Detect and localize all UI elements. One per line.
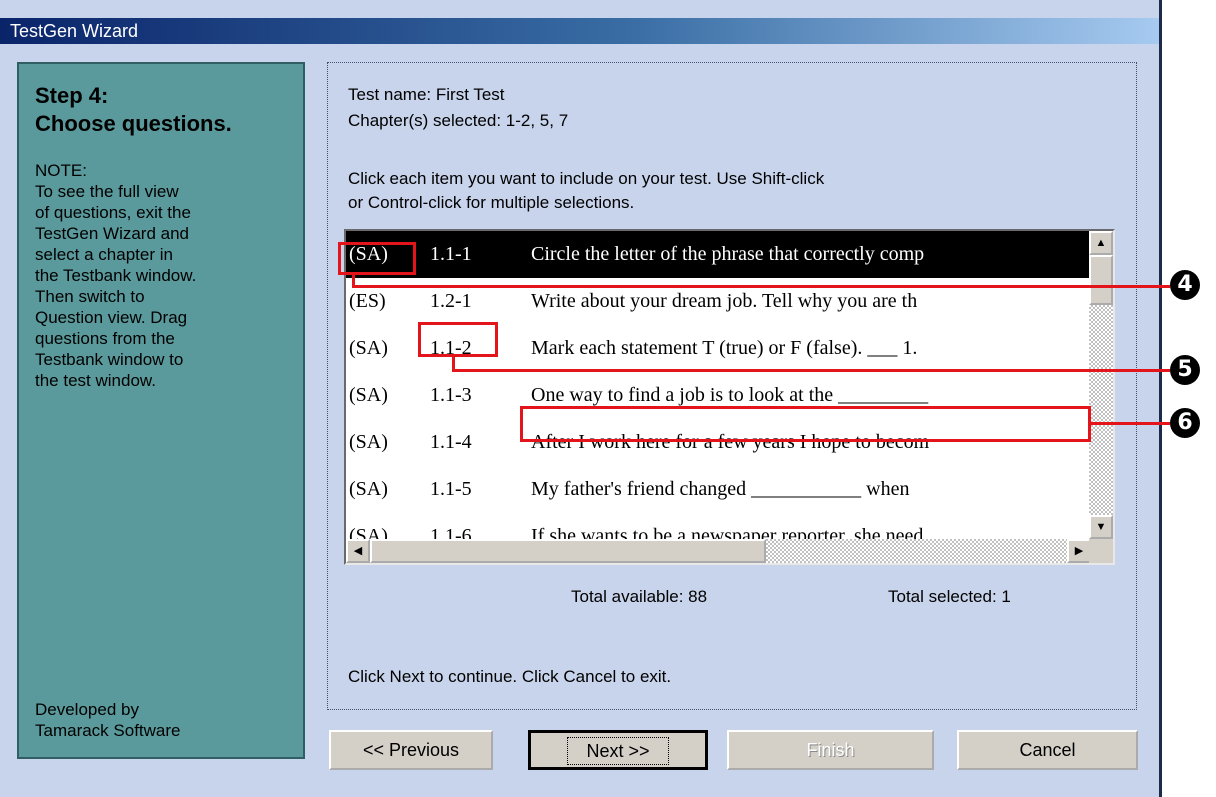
question-text: My father's friend changed ___________ w… (531, 478, 910, 500)
note-text: To see the full view of questions, exit … (35, 181, 287, 391)
callout-4-badge: 4 (1170, 270, 1200, 300)
step-heading: Step 4: Choose questions. (35, 82, 287, 138)
next-button[interactable]: Next >> (528, 730, 708, 770)
note-line: the Testbank window. (35, 266, 197, 285)
next-button-label: Next >> (567, 737, 669, 765)
step-description: Choose questions. (35, 111, 232, 136)
note-line: Testbank window to (35, 350, 184, 369)
note-line: select a chapter in (35, 245, 173, 264)
scroll-left-icon[interactable]: ◀ (346, 539, 370, 563)
question-text: Circle the letter of the phrase that cor… (531, 243, 925, 265)
finish-button: Finish (727, 730, 934, 770)
instruction-line: or Control-click for multiple selections… (348, 193, 635, 212)
scrollbar-corner (1089, 539, 1113, 563)
scroll-right-icon[interactable]: ▶ (1067, 539, 1091, 563)
question-id: 1.1-4 (430, 431, 472, 453)
note-line: of questions, exit the (35, 203, 191, 222)
note-label: NOTE: (35, 161, 87, 180)
question-type: (SA) (349, 337, 388, 359)
title-bar: TestGen Wizard (0, 18, 1159, 44)
question-id: 1.1-1 (430, 243, 472, 265)
scroll-up-icon[interactable]: ▲ (1089, 231, 1113, 255)
vertical-scrollbar[interactable]: ▲ ▼ (1089, 231, 1113, 539)
step-info-panel: Step 4: Choose questions. NOTE: To see t… (17, 62, 305, 759)
question-type: (SA) (349, 431, 388, 453)
question-id: 1.1-5 (430, 478, 472, 500)
callout-5-line (452, 369, 1170, 372)
note-line: To see the full view (35, 182, 179, 201)
callout-6-badge: 6 (1170, 408, 1200, 438)
callout-5-badge: 5 (1170, 355, 1200, 385)
developer-credit: Developed by Tamarack Software (35, 699, 181, 741)
callout-6-box (520, 406, 1091, 442)
chapters-selected: Chapter(s) selected: 1-2, 5, 7 (348, 111, 569, 130)
total-available: Total available: 88 (571, 587, 708, 606)
horizontal-scroll-thumb[interactable] (370, 539, 766, 563)
note-line: TestGen Wizard and (35, 224, 190, 243)
note-line: the test window. (35, 371, 156, 390)
callout-6-line (1090, 422, 1170, 425)
question-text: Mark each statement T (true) or F (false… (531, 337, 918, 359)
horizontal-scrollbar[interactable]: ◀ ▶ (346, 539, 1091, 563)
note-line: questions from the (35, 329, 175, 348)
callout-4-box (338, 242, 416, 275)
previous-button[interactable]: << Previous (329, 730, 493, 770)
testgen-wizard-window: TestGen Wizard Step 4: Choose questions.… (0, 0, 1162, 797)
question-id: 1.1-3 (430, 384, 472, 406)
instruction-line: Click each item you want to include on y… (348, 169, 825, 188)
total-selected: Total selected: 1 (888, 587, 1011, 606)
question-list[interactable]: (SA) 1.1-1 Circle the letter of the phra… (344, 229, 1115, 565)
question-row[interactable]: (SA) 1.1-5 My father's friend changed __… (346, 466, 1091, 513)
step-number: Step 4: (35, 83, 109, 108)
scroll-down-icon[interactable]: ▼ (1089, 515, 1113, 539)
cancel-button[interactable]: Cancel (957, 730, 1138, 770)
continue-instruction: Click Next to continue. Click Cancel to … (348, 667, 672, 686)
developer-line: Developed by (35, 700, 139, 719)
callout-5-box (418, 322, 498, 357)
callout-4-line (352, 285, 1170, 288)
question-row[interactable]: (SA) 1.1-1 Circle the letter of the phra… (346, 231, 1091, 278)
note-line: Then switch to (35, 287, 145, 306)
question-type: (SA) (349, 478, 388, 500)
vertical-scroll-thumb[interactable] (1089, 255, 1113, 305)
developer-line: Tamarack Software (35, 721, 181, 740)
test-name: Test name: First Test (348, 85, 505, 104)
question-type: (SA) (349, 384, 388, 406)
note-line: Question view. Drag (35, 308, 188, 327)
